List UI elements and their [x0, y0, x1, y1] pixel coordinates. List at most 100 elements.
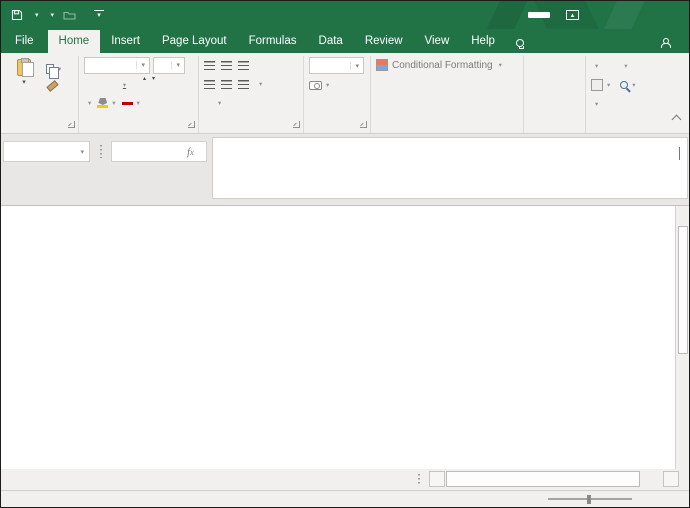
quick-access-toolbar: ▾ [1, 9, 105, 21]
share-button[interactable] [646, 33, 689, 53]
collapse-ribbon-button[interactable] [671, 56, 689, 133]
font-group-label [82, 117, 195, 133]
status-bar [1, 491, 689, 507]
tab-home[interactable]: Home [47, 30, 101, 53]
insert-function-button[interactable]: fx [175, 146, 206, 158]
person-icon [660, 38, 671, 48]
font-size-dropdown-icon: ▾ [171, 61, 184, 69]
styles-group: Conditional Formatting [371, 56, 524, 133]
grow-font-button[interactable]: ▴ [143, 76, 146, 91]
collapse-formula-bar-button[interactable] [679, 147, 680, 160]
chevron-up-icon [671, 114, 682, 125]
tab-file[interactable]: File [1, 30, 48, 53]
editing-group [586, 56, 672, 133]
sign-in-button[interactable] [528, 12, 550, 18]
styles-conditional-formatting[interactable]: Conditional Formatting [376, 57, 518, 73]
font-color-button[interactable] [121, 99, 140, 107]
cells-group [524, 56, 586, 133]
tab-data[interactable]: Data [308, 30, 354, 53]
align-center-button[interactable] [221, 79, 232, 89]
align-top-button[interactable] [204, 60, 215, 70]
horizontal-scroll-thumb[interactable] [446, 471, 641, 487]
excel-window: ▾ ▲ File Home Insert Page Layout Formula… [0, 0, 690, 508]
tab-formulas[interactable]: Formulas [238, 30, 308, 53]
tab-help[interactable]: Help [460, 30, 506, 53]
alignment-dialog-launcher-icon[interactable] [293, 121, 300, 128]
font-dialog-launcher-icon[interactable] [188, 121, 195, 128]
formula-bar-input[interactable] [212, 137, 688, 199]
fill-button[interactable] [591, 77, 610, 93]
copy-button[interactable] [46, 64, 61, 79]
align-bottom-button[interactable] [238, 60, 249, 70]
vertical-scrollbar[interactable] [675, 206, 689, 469]
maximize-button[interactable] [627, 1, 657, 29]
clear-button[interactable] [591, 96, 610, 112]
open-button[interactable] [63, 10, 76, 20]
fill-color-button[interactable] [97, 98, 115, 108]
borders-button[interactable] [84, 99, 91, 107]
customize-qat-icon[interactable]: ▾ [94, 10, 105, 20]
sheet-tab-bar [1, 469, 689, 491]
wrap-text-button[interactable] [216, 99, 221, 108]
name-box[interactable]: ▾ [3, 141, 90, 162]
alignment-group [199, 56, 304, 133]
merge-center-button[interactable] [255, 80, 262, 88]
name-box-splitter[interactable] [100, 145, 102, 158]
find-select-button[interactable] [620, 77, 635, 93]
worksheet-area [1, 206, 689, 469]
horizontal-scroll-track[interactable] [445, 471, 663, 487]
number-format-dropdown-icon: ▾ [350, 61, 363, 70]
align-middle-button[interactable] [221, 60, 232, 70]
scroll-right-icon[interactable] [663, 471, 679, 487]
accounting-icon [309, 80, 322, 90]
magnifier-icon [620, 81, 629, 89]
paste-icon [17, 58, 34, 77]
chevron-up-icon [679, 147, 680, 160]
name-box-dropdown-icon[interactable]: ▾ [75, 148, 89, 156]
new-sheet-button[interactable] [68, 469, 96, 490]
vertical-scroll-thumb[interactable] [677, 226, 688, 354]
paste-button[interactable]: ▾ [7, 57, 41, 117]
ribbon: ▾ ▾ ▾ ▾ ▾ ▴ ▾ ▾ ▾ ▾ ▾ ▾ ▾ ▾ Conditional … [1, 53, 689, 134]
undo-button[interactable] [32, 11, 39, 19]
clipboard-group: ▾ [2, 56, 79, 133]
cells-group-label [527, 117, 582, 133]
align-left-button[interactable] [204, 79, 215, 89]
underline-button[interactable] [118, 78, 129, 90]
close-button[interactable] [657, 1, 687, 29]
font-name-combo[interactable]: ▾ [84, 56, 150, 74]
tab-review[interactable]: Review [354, 30, 414, 53]
align-right-button[interactable] [238, 79, 249, 89]
shrink-font-button[interactable]: ▾ [152, 76, 155, 91]
autosum-button[interactable] [591, 58, 610, 74]
font-size-combo[interactable]: ▾ [153, 56, 185, 74]
alignment-group-label [202, 117, 300, 133]
scroll-up-icon[interactable] [676, 206, 689, 222]
save-button[interactable] [11, 9, 23, 21]
format-painter-button[interactable] [46, 78, 61, 89]
minimize-button[interactable] [597, 1, 627, 29]
tab-scroll-splitter[interactable] [418, 474, 420, 486]
fill-icon [591, 79, 603, 91]
open-icon [63, 11, 76, 20]
copy-icon [46, 64, 59, 79]
tab-page-layout[interactable]: Page Layout [151, 30, 238, 53]
accounting-format-button[interactable] [309, 80, 329, 90]
fill-color-icon [97, 98, 109, 108]
ribbon-display-options-icon[interactable]: ▲ [566, 10, 579, 20]
number-format-combo[interactable]: ▾ [309, 57, 364, 74]
sheet-grid [1, 206, 677, 469]
sort-filter-button[interactable] [620, 58, 635, 74]
scroll-left-icon[interactable] [429, 471, 445, 487]
scroll-down-icon[interactable] [676, 453, 689, 469]
tab-view[interactable]: View [414, 30, 461, 53]
zoom-slider[interactable] [548, 494, 632, 504]
horizontal-scrollbar[interactable] [429, 471, 679, 487]
redo-button[interactable] [48, 11, 55, 19]
format-painter-icon [46, 78, 57, 89]
tell-me-box[interactable] [506, 34, 539, 53]
tab-insert[interactable]: Insert [100, 30, 151, 53]
zoom-slider-thumb[interactable] [586, 494, 591, 504]
number-dialog-launcher-icon[interactable] [360, 121, 367, 128]
clipboard-dialog-launcher-icon[interactable] [68, 121, 75, 128]
